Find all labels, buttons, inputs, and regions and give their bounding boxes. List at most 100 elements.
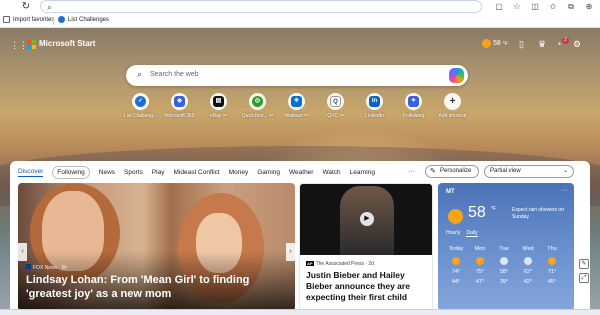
day-high: 58° <box>499 269 509 275</box>
story-source: FOX News · 5h <box>26 264 67 271</box>
day-name: Thu <box>547 246 557 252</box>
favorite-star-icon[interactable]: ☆ <box>508 1 526 13</box>
shortcut-add[interactable]: + Add shortcut <box>433 93 472 119</box>
tab-news[interactable]: News <box>99 169 115 176</box>
carousel-next-button[interactable]: › <box>286 243 295 261</box>
extensions-icon[interactable]: ⊕ <box>580 1 598 13</box>
tab-mideast-conflict[interactable]: Mideast Conflict <box>173 169 219 176</box>
weather-temp: 58 <box>493 40 501 47</box>
weather-chip[interactable]: 58 °F <box>482 39 508 48</box>
mobile-icon[interactable]: ▯ <box>519 39 524 50</box>
shortcut-tile: ▤ <box>210 93 227 110</box>
day-high: 62° <box>523 269 533 275</box>
copilot-icon[interactable] <box>449 68 464 83</box>
ebay-icon: ▤ <box>213 96 224 107</box>
day-low: 42° <box>523 279 533 285</box>
play-icon[interactable]: ▶ <box>360 212 374 226</box>
shortcut-walmart[interactable]: ✳ Walmart ᴬᵈ <box>277 93 316 119</box>
check-icon: ✓ <box>135 96 146 107</box>
personalize-button[interactable]: ✎ Personalize <box>425 165 479 178</box>
favorite-label: Import favorites <box>13 16 55 23</box>
weather-location[interactable]: MT <box>446 189 455 195</box>
favorites-bar: Import favorites List Challenges <box>0 14 600 28</box>
story-headline[interactable]: Lindsay Lohan: From 'Mean Girl' to findi… <box>26 273 288 301</box>
split-screen-icon[interactable]: ◫ <box>526 1 544 13</box>
sun-icon <box>476 257 484 265</box>
search-icon: ⌕ <box>47 2 53 12</box>
shortcut-qvc[interactable]: Q QVC ᴬᵈ <box>316 93 355 119</box>
day-name: Wed <box>522 246 534 252</box>
shortcut-tile: ✓ <box>132 93 149 110</box>
rewards-trophy-icon[interactable]: ♛ <box>538 39 546 50</box>
reading-view-icon[interactable]: ▢ <box>490 1 508 13</box>
shortcut-microsoft-365[interactable]: ◆ Microsoft 365 <box>160 93 199 119</box>
lead-story-card[interactable]: ‹ › FOX News · 5h Lindsay Lohan: From 'M… <box>18 183 295 311</box>
forecast-day[interactable]: Wed 62° 42° <box>516 246 540 285</box>
bell-icon[interactable]: ◔ <box>556 39 561 49</box>
news-feed: Discover Following News Sports Play Mide… <box>10 161 590 315</box>
day-high: 75° <box>475 269 485 275</box>
tab-hourly[interactable]: Hourly <box>446 230 460 237</box>
shortcut-tile: ✳ <box>288 93 305 110</box>
favorite-list-challenges[interactable]: List Challenges <box>58 16 109 23</box>
refresh-icon[interactable]: ↻ <box>20 1 32 13</box>
forecast-day[interactable]: Thu 71° 45° <box>540 246 564 285</box>
video-thumbnail: ▶ <box>300 184 432 255</box>
carousel-prev-button[interactable]: ‹ <box>18 243 27 261</box>
brand-title[interactable]: Microsoft Start <box>39 39 95 48</box>
notification-badge: 2 <box>562 37 569 44</box>
weather-tabs: Hourly Daily <box>446 230 478 237</box>
shortcut-tile: ◆ <box>171 93 188 110</box>
video-story-card[interactable]: ▶ AP The Associated Press · 2d Justin Bie… <box>299 183 433 311</box>
day-low: 44° <box>451 279 461 285</box>
gear-icon[interactable]: ⚙ <box>573 39 581 50</box>
page-header: ⋮⋮ Microsoft Start 58 °F ▯ ♛ ◔ 2 ⚙ <box>0 36 600 54</box>
weather-forecast-note: Expect rain showers on Sunday <box>512 207 564 220</box>
favorite-import[interactable]: Import favorites <box>3 16 54 23</box>
web-search-box[interactable]: ⌕ Search the web <box>126 65 468 86</box>
favorites-icon[interactable]: ✩ <box>544 1 562 13</box>
search-placeholder: Search the web <box>150 71 199 78</box>
chevron-down-icon: ⌄ <box>562 168 568 174</box>
cloud-icon <box>524 257 532 265</box>
story-source-text: The Associated Press · 2d <box>315 261 374 267</box>
forecast-day[interactable]: Mon 75° 47° <box>468 246 492 285</box>
tab-sports[interactable]: Sports <box>124 169 143 176</box>
shortcut-tile: Q <box>327 93 344 110</box>
shortcut-quickbooks[interactable]: ◎ QuickBoo... ᴬᵈ <box>238 93 277 119</box>
feedback-icon[interactable]: ✎ <box>579 259 589 269</box>
tab-following[interactable]: Following <box>52 165 90 179</box>
tab-discover[interactable]: Discover <box>18 168 44 177</box>
walmart-icon: ✳ <box>291 96 302 107</box>
story-headline[interactable]: Justin Bieber and Hailey Bieber announce… <box>306 270 430 303</box>
shortcut-label: QVC ᴬᵈ <box>327 113 344 119</box>
address-bar[interactable]: ⌕ <box>40 0 482 13</box>
shortcut-list-challenges[interactable]: ✓ List Challeng... <box>121 93 160 119</box>
shortcut-label: List Challeng... <box>123 113 158 119</box>
forecast-day[interactable]: Tue 58° 39° <box>492 246 516 285</box>
tab-learning[interactable]: Learning <box>350 169 375 176</box>
tab-daily[interactable]: Daily <box>466 230 478 237</box>
shortcut-label: Following <box>402 113 425 119</box>
personalize-label: Personalize <box>440 168 472 174</box>
more-tabs-button[interactable]: ··· <box>408 168 415 175</box>
tab-play[interactable]: Play <box>152 169 165 176</box>
tab-gaming[interactable]: Gaming <box>257 169 280 176</box>
shortcut-linkedin[interactable]: in LinkedIn <box>355 93 394 119</box>
tab-watch[interactable]: Watch <box>322 169 340 176</box>
tab-weather[interactable]: Weather <box>289 169 313 176</box>
shortcut-following[interactable]: ✦ Following <box>394 93 433 119</box>
following-icon: ✦ <box>408 96 419 107</box>
app-launcher-icon[interactable]: ⋮⋮ <box>10 40 28 51</box>
tab-money[interactable]: Money <box>229 169 249 176</box>
view-select[interactable]: Partial view ⌄ <box>484 165 574 178</box>
view-select-value: Partial view <box>490 168 521 174</box>
weather-card[interactable]: MT ··· 58 °F Expect rain showers on Sund… <box>438 183 574 311</box>
qvc-icon: Q <box>330 96 341 107</box>
shortcut-label: Walmart ᴬᵈ <box>284 113 309 119</box>
more-options-icon[interactable]: ··· <box>561 187 568 194</box>
collections-icon[interactable]: ⧉ <box>562 1 580 13</box>
expand-icon[interactable]: ⤢ <box>579 273 589 283</box>
shortcut-ebay[interactable]: ▤ eBay ᴬᵈ <box>199 93 238 119</box>
forecast-day[interactable]: Today 74° 44° <box>444 246 468 285</box>
